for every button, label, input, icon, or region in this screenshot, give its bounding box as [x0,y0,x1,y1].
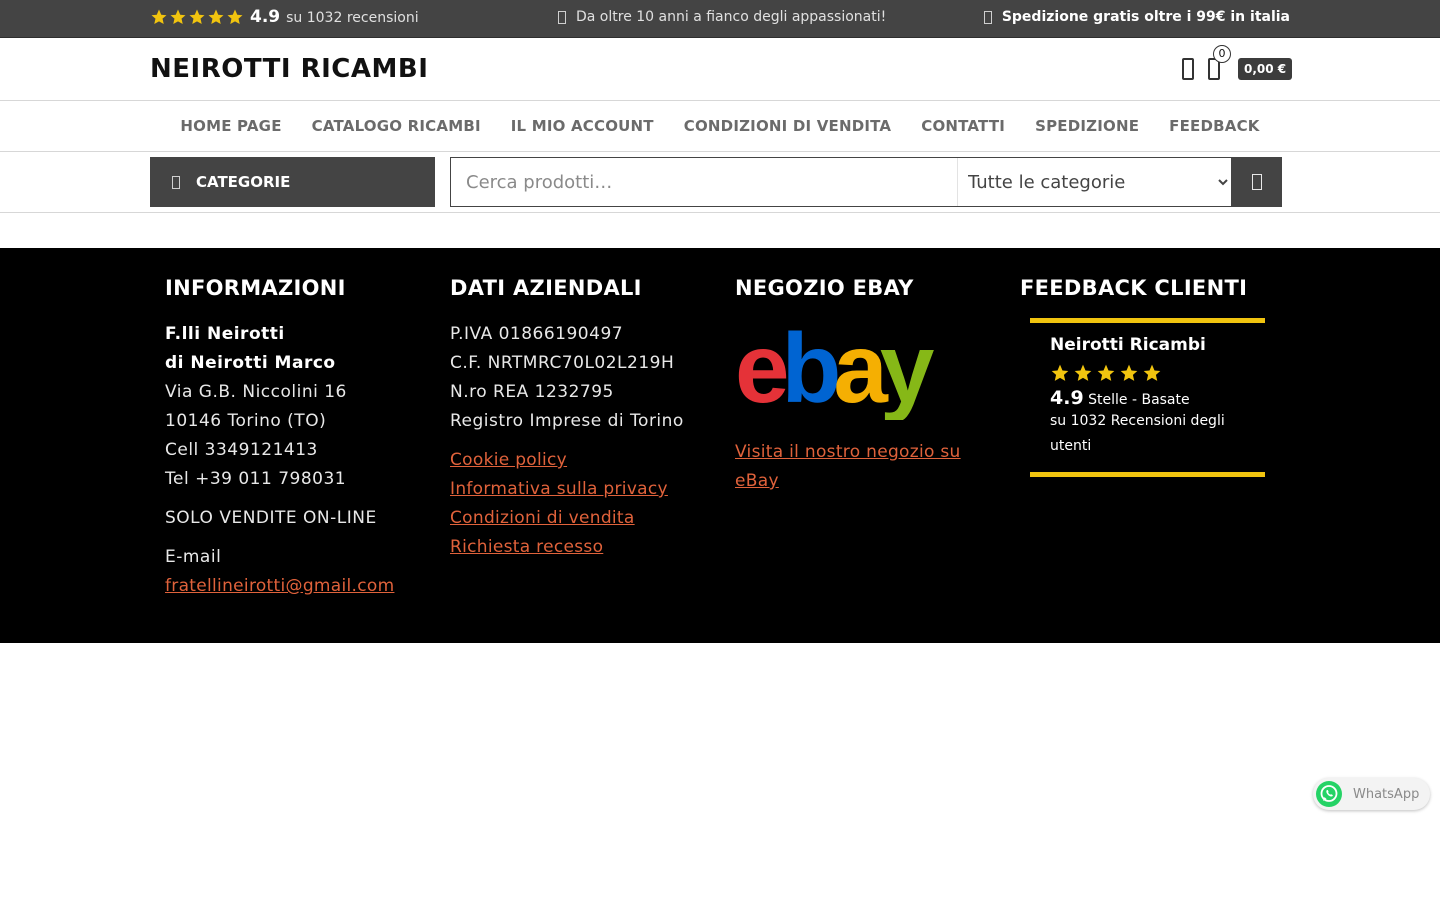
footer-ebay-title: NEGOZIO EBAY [735,276,914,300]
whatsapp-icon [1316,781,1342,807]
footer-feedback-title: FEEDBACK CLIENTI [1020,276,1248,300]
online-only-note: SOLO VENDITE ON-LINE [165,508,377,528]
rating-reviews: su 1032 recensioni [286,10,419,26]
star-icon [1120,364,1138,381]
category-select[interactable]: Tutte le categorie [957,158,1231,206]
feedback-score-line: 4.9 Stelle - Basate [1050,387,1245,409]
site-header: NEIROTTI RICAMBI 0 0,00 € [0,39,1440,101]
phone-cell: Cell 3349121413 [165,440,318,460]
feedback-badge[interactable]: Neirotti Ricambi 4.9 Stelle - Basate su … [1030,318,1265,477]
feedback-stelle-text: Stelle - Basate [1088,392,1190,408]
tagline-text: Da oltre 10 anni a fianco degli appassio… [576,9,887,25]
footer-company: DATI AZIENDALI P.IVA 01866190497 C.F. NR… [450,276,720,562]
shipping-text: Spedizione gratis oltre i 99€ in italia [1001,9,1290,25]
top-tagline: Da oltre 10 anni a fianco degli appassio… [558,9,886,25]
star-icon [151,9,167,25]
star-icon [208,9,224,25]
search-input[interactable] [451,158,957,206]
star-icon [227,9,243,25]
star-icon [1051,364,1069,381]
whatsapp-label: WhatsApp [1353,786,1420,802]
search-button[interactable] [1231,157,1282,207]
star-icon [1143,364,1161,381]
footer-info-title: INFORMAZIONI [165,276,346,300]
rating-stars [150,8,244,26]
truck-icon [983,10,992,24]
star-icon [189,9,205,25]
top-shipping: Spedizione gratis oltre i 99€ in italia [983,9,1290,25]
nav-item-feedback[interactable]: FEEDBACK [1169,117,1259,135]
phone-tel: Tel +39 011 798031 [165,469,347,489]
feedback-shop-name: Neirotti Ricambi [1050,335,1206,355]
categories-label: CATEGORIE [196,173,291,191]
top-bar: 4.9 su 1032 recensioni Da oltre 10 anni … [0,0,1440,38]
menu-icon [172,175,180,189]
cart-count-badge: 0 [1213,45,1231,63]
nav-item-contacts[interactable]: CONTATTI [921,117,1005,135]
withdrawal-link[interactable]: Richiesta recesso [450,533,720,562]
cookie-policy-link[interactable]: Cookie policy [450,446,720,475]
site-logo[interactable]: NEIROTTI RICAMBI [150,54,428,84]
categories-button[interactable]: CATEGORIE [150,157,435,207]
search-row: CATEGORIE Tutte le categorie [0,152,1440,213]
address-city: 10146 Torino (TO) [165,411,327,431]
search-icon [1251,174,1262,190]
footer-company-title: DATI AZIENDALI [450,276,642,300]
cart-total[interactable]: 0,00 € [1238,58,1293,80]
email-label: E-mail [165,547,222,567]
star-icon [1074,364,1092,381]
codice-fiscale: C.F. NRTMRC70L02L219H [450,353,675,373]
ebay-store-link[interactable]: Visita il nostro negozio su eBay [735,438,1005,496]
feedback-stars [1050,363,1245,383]
svg-text:ebay: ebay [735,320,934,420]
search-form: Tutte le categorie [450,157,1282,207]
main-nav: HOME PAGE CATALOGO RICAMBI IL MIO ACCOUN… [0,101,1440,152]
footer-feedback: FEEDBACK CLIENTI Neirotti Ricambi 4.9 St… [1020,276,1290,477]
company-name: F.lli Neirotti [165,324,285,344]
nav-item-home[interactable]: HOME PAGE [180,117,281,135]
piva: P.IVA 01866190497 [450,324,624,344]
nav-item-account[interactable]: IL MIO ACCOUNT [511,117,654,135]
registry: Registro Imprese di Torino [450,411,684,431]
site-footer: INFORMAZIONI F.lli Neirotti di Neirotti … [0,248,1440,643]
footer-ebay: NEGOZIO EBAY ebay Visita il nostro negoz… [735,276,1005,496]
ebay-logo[interactable]: ebay [735,320,980,420]
terms-link[interactable]: Condizioni di vendita [450,504,720,533]
footer-info: INFORMAZIONI F.lli Neirotti di Neirotti … [165,276,435,601]
rating-value: 4.9 [250,7,281,27]
star-icon [170,9,186,25]
top-rating: 4.9 su 1032 recensioni [150,7,419,27]
nav-item-terms[interactable]: CONDIZIONI DI VENDITA [684,117,891,135]
clock-icon [558,10,566,24]
feedback-score: 4.9 [1050,387,1084,409]
nav-item-shipping[interactable]: SPEDIZIONE [1035,117,1139,135]
privacy-link[interactable]: Informativa sulla privacy [450,475,720,504]
company-owner: di Neirotti Marco [165,353,336,373]
feedback-reviews-text: su 1032 Recensioni degli utenti [1050,413,1225,454]
address-street: Via G.B. Niccolini 16 [165,382,347,402]
whatsapp-button[interactable]: WhatsApp [1313,778,1430,810]
email-link[interactable]: fratellineirotti@gmail.com [165,572,435,601]
rea-number: N.ro REA 1232795 [450,382,614,402]
user-icon[interactable] [1182,58,1194,80]
star-icon [1097,364,1115,381]
nav-item-catalog[interactable]: CATALOGO RICAMBI [312,117,481,135]
